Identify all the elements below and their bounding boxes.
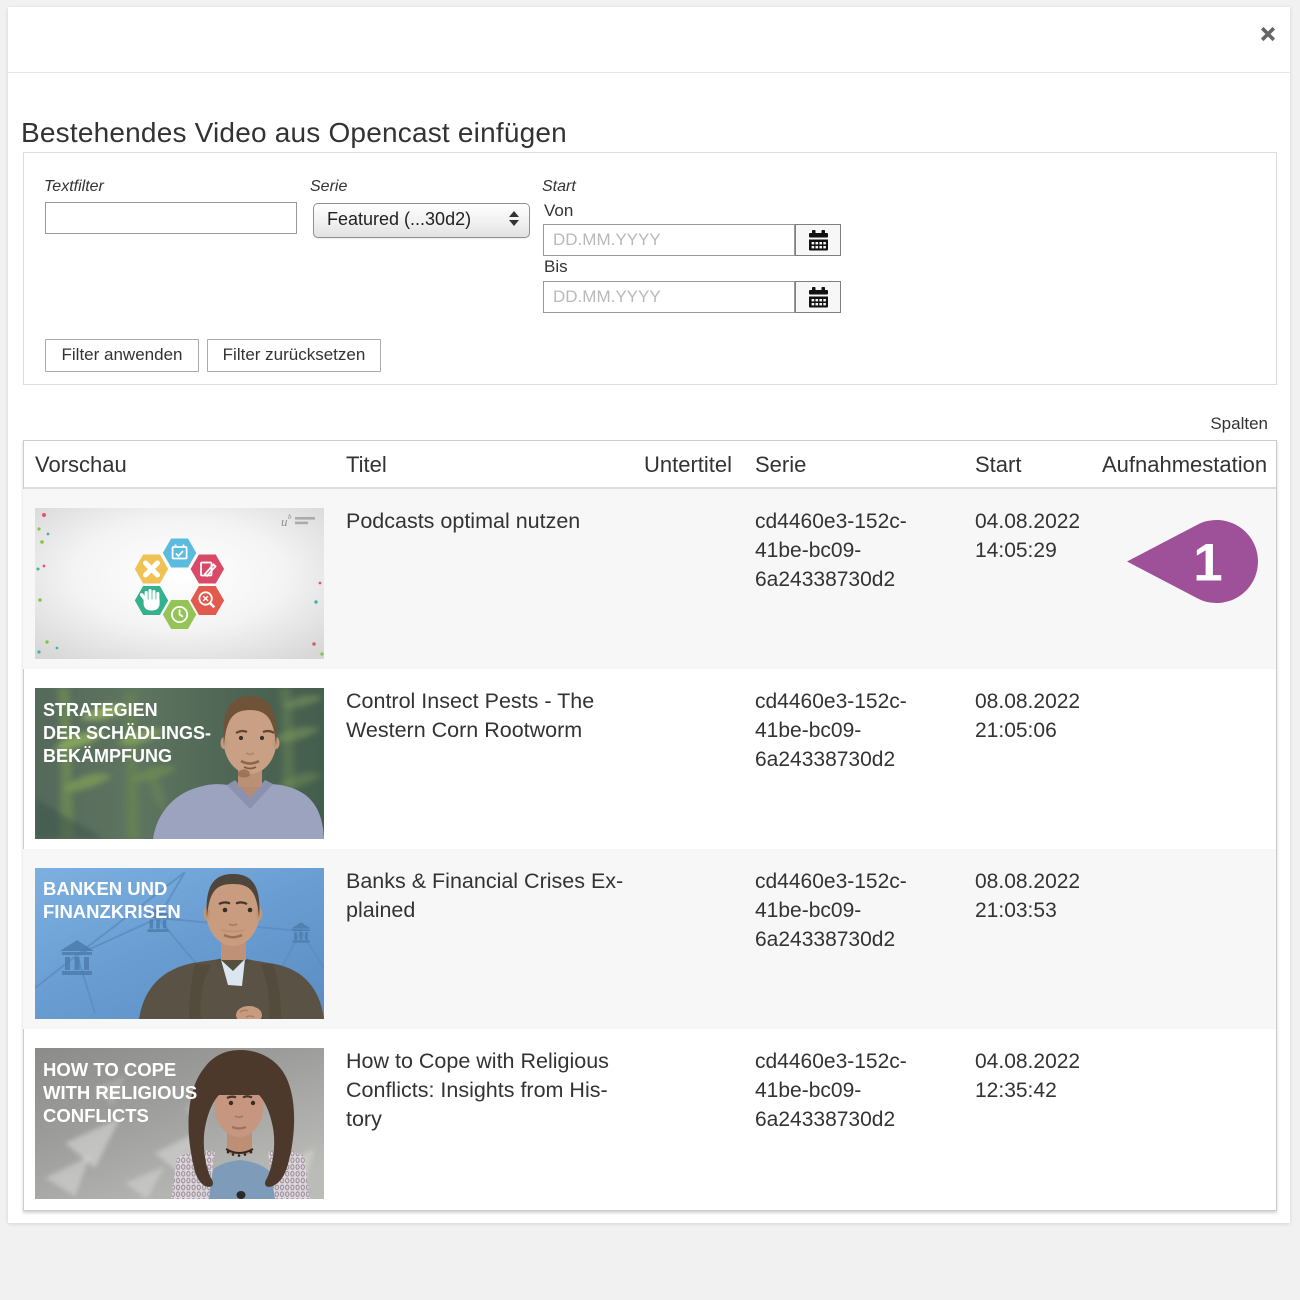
svg-text:STRATEGIEN: STRATEGIEN	[43, 700, 158, 720]
svg-text:HOW TO COPE: HOW TO COPE	[43, 1059, 176, 1080]
svg-text:u: u	[281, 514, 288, 529]
svg-text:1: 1	[1193, 534, 1222, 593]
svg-text:BEKÄMPFUNG: BEKÄMPFUNG	[43, 746, 172, 766]
svg-text:CONFLICTS: CONFLICTS	[43, 1105, 149, 1126]
svg-text:WITH RELIGIOUS: WITH RELIGIOUS	[43, 1082, 197, 1103]
svg-text:DER SCHÄDLINGS-: DER SCHÄDLINGS-	[43, 723, 211, 743]
svg-text:BANKEN UND: BANKEN UND	[43, 878, 167, 899]
svg-text:FINANZKRISEN: FINANZKRISEN	[43, 901, 181, 922]
svg-text:b: b	[288, 513, 292, 521]
